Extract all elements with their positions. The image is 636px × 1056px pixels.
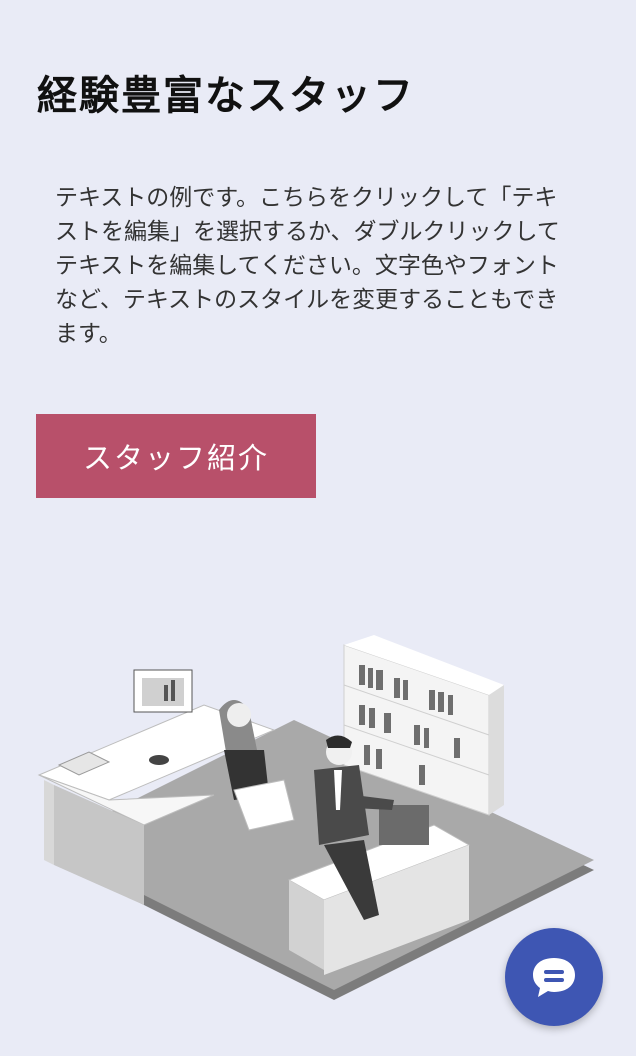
chat-button[interactable] bbox=[505, 928, 603, 1026]
chat-bubble-icon bbox=[533, 958, 575, 997]
section-title: 経験豊富なスタッフ bbox=[37, 73, 415, 119]
staff-intro-button-label: スタッフ紹介 bbox=[82, 441, 269, 475]
staff-intro-button[interactable]: スタッフ紹介 bbox=[36, 414, 316, 498]
section-paragraph: テキストの例です。こちらをクリックして「テキストを編集」を選択するか、ダブルクリ… bbox=[55, 185, 560, 347]
